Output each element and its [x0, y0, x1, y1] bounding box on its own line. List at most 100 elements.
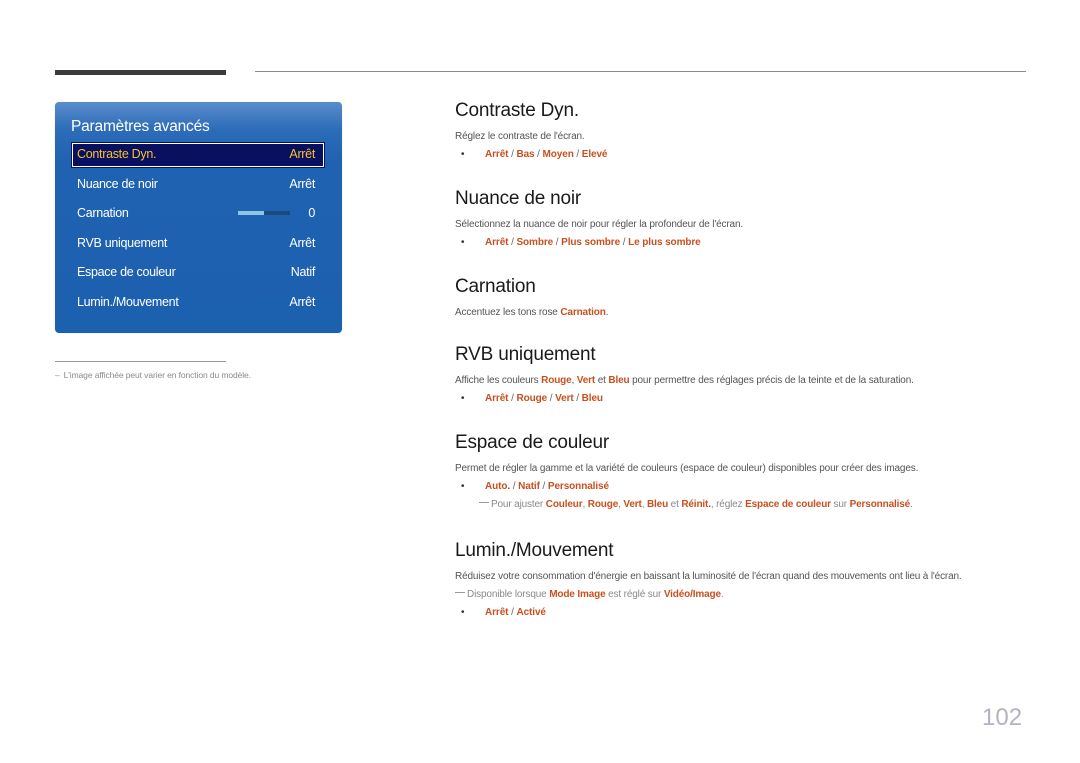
osd-item-label: Carnation	[77, 206, 129, 220]
osd-item-rvb-uniquement[interactable]: RVB uniquement Arrêt	[71, 231, 325, 257]
desc-text: pour permettre des réglages précis de la…	[629, 375, 914, 386]
osd-item-label: Lumin./Mouvement	[77, 295, 179, 309]
option: Arrêt	[485, 393, 509, 404]
osd-item-label: RVB uniquement	[77, 236, 168, 250]
section-title: Carnation	[455, 276, 536, 297]
osd-item-carnation[interactable]: Carnation 0	[71, 201, 325, 227]
bullet: •	[461, 607, 465, 618]
osd-item-value: Natif	[290, 265, 316, 279]
note-highlight: Espace de couleur	[745, 499, 831, 510]
footnote-dash: –	[55, 370, 60, 380]
footnote-rule	[55, 361, 226, 362]
option: Plus sombre	[561, 237, 621, 248]
desc-highlight: Rouge	[541, 375, 572, 386]
note-highlight: Vert	[623, 499, 642, 510]
note-highlight: Mode Image	[549, 589, 606, 600]
desc-text: Accentuez les tons rose	[455, 307, 561, 318]
option: Vert	[555, 393, 574, 404]
section-note: Pour ajuster Couleur, Rouge, Vert, Bleu …	[455, 499, 1035, 510]
footnote-text: L'image affichée peut varier en fonction…	[63, 370, 251, 380]
option: Activé	[516, 607, 546, 618]
option: Le plus sombre	[628, 237, 701, 248]
separator: /	[534, 149, 543, 160]
desc-text: Affiche les couleurs	[455, 375, 542, 386]
section-title: Espace de couleur	[455, 432, 609, 453]
section-note: Disponible lorsque Mode Image est réglé …	[455, 589, 1035, 600]
option: Rouge	[516, 393, 548, 404]
note-highlight: Vidéo/Image	[663, 589, 721, 600]
bullet: •	[461, 237, 465, 248]
option: Auto.	[485, 481, 511, 492]
section-lumin-mouvement: Lumin./Mouvement Réduisez votre consomma…	[455, 540, 1035, 618]
option: Elevé	[581, 149, 608, 160]
option: Moyen	[542, 149, 574, 160]
header-rule-thin	[255, 71, 1026, 72]
carnation-slider-fill	[238, 211, 264, 215]
osd-item-contraste-dyn[interactable]: Contraste Dyn. Arrêt	[71, 142, 325, 168]
footnote: – L'image affichée peut varier en fonctio…	[55, 370, 251, 380]
desc-text: .	[605, 307, 609, 318]
bullet: •	[461, 481, 465, 492]
note-text: , réglez	[710, 499, 746, 510]
carnation-slider[interactable]	[238, 211, 290, 215]
option: Arrêt	[485, 607, 509, 618]
separator: /	[573, 393, 582, 404]
section-rvb-uniquement: RVB uniquement Affiche les couleurs Roug…	[455, 344, 1035, 404]
section-espace-de-couleur: Espace de couleur Permet de régler la ga…	[455, 432, 1035, 510]
section-description: Sélectionnez la nuance de noir pour régl…	[455, 219, 744, 230]
note-highlight: Rouge	[587, 499, 619, 510]
note-highlight: Personnalisé	[849, 499, 911, 510]
section-description: Affiche les couleurs Rouge, Vert et Bleu…	[455, 375, 1035, 386]
osd-item-espace-de-couleur[interactable]: Espace de couleur Natif	[71, 260, 325, 286]
separator: /	[510, 481, 519, 492]
option-list: • Arrêt / Sombre / Plus sombre / Le plus …	[455, 237, 1035, 248]
option: Sombre	[516, 237, 554, 248]
desc-highlight: Bleu	[608, 375, 630, 386]
header-rule-thick	[55, 70, 226, 75]
section-nuance-de-noir: Nuance de noir Sélectionnez la nuance de…	[455, 188, 1035, 248]
option-list: • Arrêt / Activé	[455, 607, 1035, 618]
osd-item-value: Arrêt	[289, 177, 315, 191]
separator: /	[539, 481, 548, 492]
note-text: .	[910, 499, 913, 510]
option: Arrêt	[485, 237, 509, 248]
option: Personnalisé	[547, 481, 609, 492]
desc-text: et	[595, 375, 609, 386]
section-contraste-dyn: Contraste Dyn. Réglez le contraste de l'…	[455, 100, 1035, 160]
page-number: 102	[982, 704, 1023, 731]
section-title: Contraste Dyn.	[455, 100, 579, 121]
note-highlight: Bleu	[646, 499, 669, 510]
separator: /	[573, 149, 582, 160]
note-text: Pour ajuster	[491, 499, 546, 510]
osd-item-label: Nuance de noir	[77, 177, 158, 191]
osd-item-label: Espace de couleur	[77, 265, 176, 279]
desc-highlight: Vert	[576, 375, 596, 386]
note-mark	[455, 592, 465, 593]
osd-item-lumin-mouvement[interactable]: Lumin./Mouvement Arrêt	[71, 290, 325, 316]
osd-item-value: 0	[308, 206, 315, 220]
note-text: est réglé sur	[605, 589, 664, 600]
option-list: • Arrêt / Rouge / Vert / Bleu	[455, 393, 1035, 404]
note-text: .	[720, 589, 724, 600]
option: Natif	[518, 481, 540, 492]
section-title: RVB uniquement	[455, 344, 596, 365]
separator: /	[547, 393, 556, 404]
option: Bas	[516, 149, 535, 160]
note-highlight: Réinit.	[681, 499, 711, 510]
note-mark	[479, 502, 489, 503]
option-list: • Arrêt / Bas / Moyen / Elevé	[455, 149, 1035, 160]
osd-item-nuance-de-noir[interactable]: Nuance de noir Arrêt	[71, 172, 325, 198]
section-description: Permet de régler la gamme et la variété …	[455, 463, 919, 474]
osd-item-value: Arrêt	[289, 147, 315, 161]
osd-item-label: Contraste Dyn.	[77, 147, 157, 161]
option: Bleu	[581, 393, 603, 404]
section-title: Lumin./Mouvement	[455, 540, 614, 561]
osd-menu-title: Paramètres avancés	[71, 118, 210, 135]
section-description: Réduisez votre consommation d'énergie en…	[455, 571, 962, 582]
separator: /	[620, 237, 629, 248]
note-text: Disponible lorsque	[467, 589, 550, 600]
section-carnation: Carnation Accentuez les tons rose Carnat…	[455, 276, 1035, 318]
option-list: • Auto. / Natif / Personnalisé	[455, 481, 1035, 492]
osd-item-value: Arrêt	[289, 295, 315, 309]
osd-item-value: Arrêt	[289, 236, 315, 250]
